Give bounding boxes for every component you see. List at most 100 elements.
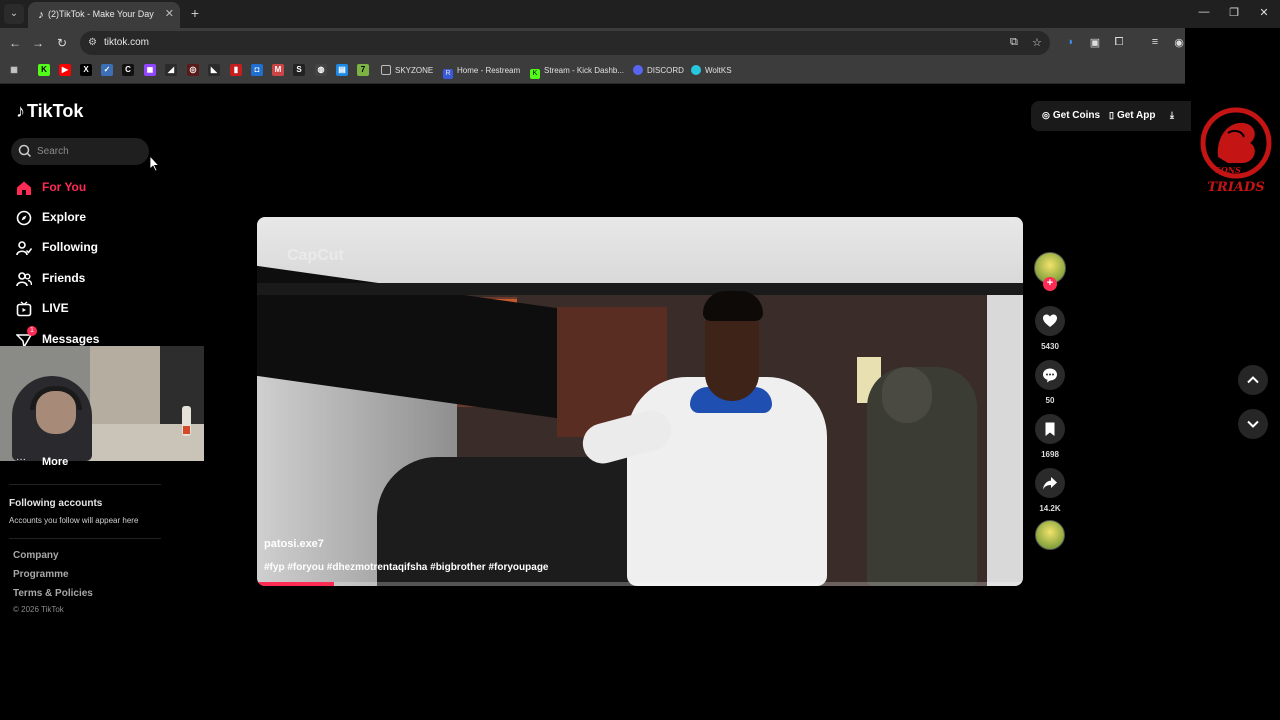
restore-button[interactable]: ❐ — [1226, 6, 1242, 19]
bookmark-kick-dashboard[interactable]: K Stream - Kick Dashb... — [530, 64, 625, 79]
tiktok-logo[interactable]: ♪ TikTok — [16, 101, 83, 122]
search-input[interactable]: Search — [11, 138, 149, 165]
video-caption[interactable]: #fyp #foryou #dhezmotrentaqifsha #bigbro… — [264, 562, 548, 573]
kick-bookmark-icon[interactable]: K — [38, 64, 50, 76]
get-app-button[interactable]: ▯ Get App — [1109, 110, 1155, 121]
download-button[interactable]: ⤓ — [1170, 110, 1177, 121]
close-window-button[interactable]: ✕ — [1256, 6, 1272, 19]
share-button[interactable] — [1035, 468, 1065, 498]
nav-label: For You — [42, 180, 87, 194]
tiktok-page: ♪ TikTok Search For You Explore Following… — [0, 84, 1280, 720]
address-bar[interactable]: ⚙ tiktok.com ⧉ ☆ — [80, 31, 1050, 55]
nav-label: LIVE — [42, 301, 69, 315]
bookmark-3-icon[interactable]: ◎ — [187, 64, 199, 76]
webcam-overlay — [0, 346, 204, 461]
nav-label: Explore — [42, 210, 87, 224]
bookmark-woltks[interactable]: WoltKS — [691, 64, 732, 78]
video-progress-fill — [257, 582, 334, 586]
footer-link-terms[interactable]: Terms & Policies — [13, 588, 93, 599]
video-sky — [257, 217, 1023, 287]
nav-for-you[interactable]: For You — [16, 177, 136, 199]
new-tab-button[interactable]: + — [188, 5, 202, 21]
twitch-bookmark-icon[interactable]: ◼ — [144, 64, 156, 76]
site-info-icon[interactable]: ⚙ — [88, 37, 97, 48]
bookmark-4-icon[interactable]: ◣ — [208, 64, 220, 76]
bookmark-icon — [1045, 422, 1055, 436]
bookmark-label: WoltKS — [705, 66, 732, 75]
x-bookmark-icon[interactable]: X — [80, 64, 92, 76]
browser-tab[interactable]: ♪ (2)TikTok - Make Your Day ✕ — [28, 2, 180, 28]
media-controls-icon[interactable]: ≡ — [1148, 36, 1162, 48]
minimize-button[interactable]: — — [1196, 6, 1212, 18]
like-count: 5430 — [1041, 342, 1059, 351]
bookmark-globe-icon[interactable]: ◍ — [315, 64, 327, 76]
search-icon — [18, 144, 32, 158]
tiktok-note-icon: ♪ — [16, 101, 25, 121]
bookmark-label: Stream - Kick Dashb... — [544, 66, 625, 75]
follow-plus-icon[interactable]: + — [1043, 277, 1057, 291]
youtube-bookmark-icon[interactable]: ▶ — [59, 64, 71, 76]
tab-title: (2)TikTok - Make Your Day — [48, 9, 154, 19]
save-count: 1698 — [1041, 450, 1059, 459]
webcam-bottle-label — [183, 426, 190, 434]
sidebar-divider — [9, 538, 161, 539]
bookmark-skyzone[interactable]: SKYZONE — [381, 64, 433, 78]
extension-2-icon[interactable]: ▣ — [1088, 36, 1102, 49]
save-button[interactable] — [1035, 414, 1065, 444]
mouse-cursor-icon — [150, 156, 160, 172]
comment-button[interactable] — [1035, 360, 1065, 390]
bookmark-8-icon[interactable]: 7 — [357, 64, 369, 76]
video-player[interactable]: CapCut patosi.exe7 #fyp #foryou #dhezmot… — [257, 217, 1023, 586]
header-actions: ◎ Get Coins ▯ Get App ⤓ — [1031, 101, 1191, 131]
more-dots-icon: ··· — [16, 454, 26, 465]
phone-icon: ▯ — [1109, 110, 1114, 120]
get-coins-button[interactable]: ◎ Get Coins — [1042, 110, 1100, 121]
video-person-hair — [703, 291, 763, 321]
bookmark-2-icon[interactable]: ◢ — [165, 64, 177, 76]
next-video-button[interactable] — [1238, 409, 1268, 439]
heart-icon — [1043, 314, 1057, 327]
nav-explore[interactable]: Explore — [16, 207, 136, 229]
url-text: tiktok.com — [104, 37, 150, 48]
profile-icon[interactable]: ◉ — [1172, 36, 1186, 49]
nav-label: Messages — [42, 332, 100, 346]
chevron-up-icon — [1247, 376, 1259, 384]
extension-icon[interactable]: ◗ — [1064, 36, 1078, 48]
video-progress-bar[interactable] — [257, 582, 1023, 586]
video-author[interactable]: patosi.exe7 — [264, 538, 324, 550]
footer-link-programme[interactable]: Programme — [13, 569, 69, 580]
extensions-puzzle-icon[interactable]: ⧠ — [1112, 36, 1126, 49]
tab-close-icon[interactable]: ✕ — [165, 7, 174, 20]
copyright: © 2026 TikTok — [13, 605, 64, 614]
bookmark-s-icon[interactable]: S — [293, 64, 305, 76]
tab-list-button[interactable]: ⌄ — [4, 4, 24, 24]
chevron-down-icon — [1247, 420, 1259, 428]
reload-button[interactable]: ↻ — [55, 36, 69, 50]
get-coins-label: Get Coins — [1052, 110, 1101, 121]
following-accounts-subtitle: Accounts you follow will appear here — [9, 516, 139, 525]
messages-badge: 1 — [27, 326, 37, 336]
previous-video-button[interactable] — [1238, 365, 1268, 395]
nav-friends[interactable]: Friends — [16, 268, 136, 290]
bookmarks-bar: ▦ K ▶ X ✓ C ◼ ◢ ◎ ◣ ▮ ◘ M S ◍ ▤ 7 SKYZON… — [0, 58, 1185, 84]
bookmark-star-icon[interactable]: ☆ — [1032, 36, 1042, 49]
bookmark-7-icon[interactable]: ▤ — [336, 64, 348, 76]
install-app-icon[interactable]: ⧉ — [1010, 36, 1018, 49]
nav-following[interactable]: Following — [16, 237, 136, 259]
bookmark-c-icon[interactable]: C — [122, 64, 134, 76]
video-right-wall — [987, 295, 1023, 586]
forward-button[interactable]: → — [31, 36, 45, 50]
bookmark-icon[interactable]: ✓ — [101, 64, 113, 76]
nav-live[interactable]: LIVE — [16, 298, 136, 320]
share-icon — [1043, 477, 1057, 490]
bookmark-restream[interactable]: R Home - Restream — [443, 64, 520, 79]
back-button[interactable]: ← — [8, 36, 22, 50]
bookmark-discord[interactable]: DISCORD — [633, 64, 684, 78]
bookmark-5-icon[interactable]: ▮ — [230, 64, 242, 76]
footer-link-company[interactable]: Company — [13, 550, 59, 561]
apps-grid-icon[interactable]: ▦ — [8, 64, 20, 76]
bookmark-6-icon[interactable]: ◘ — [251, 64, 263, 76]
like-button[interactable] — [1035, 306, 1065, 336]
gmail-bookmark-icon[interactable]: M — [272, 64, 284, 76]
sound-avatar[interactable] — [1035, 520, 1065, 550]
